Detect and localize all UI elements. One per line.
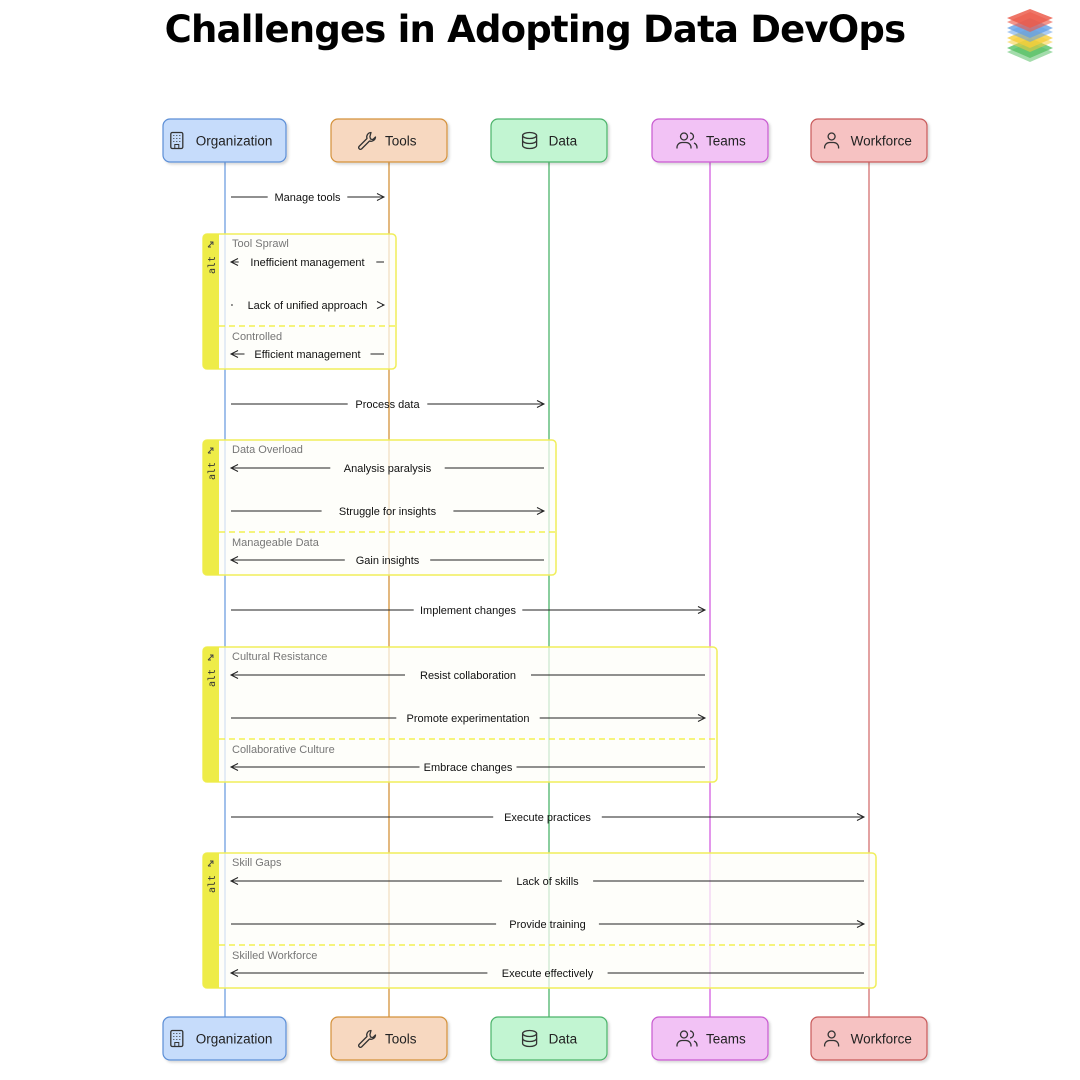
alt-condition-label: Skilled Workforce	[232, 950, 317, 962]
message-label: Promote experimentation	[407, 713, 530, 725]
message-label: Struggle for insights	[339, 506, 437, 518]
alt-condition-label: Data Overload	[232, 444, 303, 456]
message-label: Lack of unified approach	[248, 300, 368, 312]
actor-workforce-bottom[interactable]: Workforce	[810, 1016, 928, 1061]
alt-tab	[203, 440, 219, 575]
message-arrow: Process data	[231, 399, 546, 411]
alt-keyword: alt	[207, 669, 218, 687]
message-arrow: Lack of unified approach	[231, 300, 386, 312]
message-label: Gain insights	[356, 555, 420, 567]
alt-condition-label: Cultural Resistance	[232, 651, 327, 663]
actor-label: Teams	[706, 1032, 746, 1047]
alt-keyword: alt	[207, 462, 218, 480]
actor-org-bottom[interactable]: Organization	[162, 1016, 287, 1061]
message-label: Implement changes	[420, 605, 516, 617]
message-arrow: Manage tools	[231, 192, 386, 204]
actor-label: Data	[549, 134, 578, 149]
message-arrow: Inefficient management	[229, 257, 384, 269]
actor-label: Organization	[196, 1032, 273, 1047]
message-label: Manage tools	[274, 192, 341, 204]
actor-teams-top[interactable]: Teams	[651, 118, 769, 163]
message-label: Embrace changes	[424, 762, 513, 774]
actor-label: Tools	[385, 134, 417, 149]
alt-keyword: alt	[207, 875, 218, 893]
alt-condition-label: Skill Gaps	[232, 857, 282, 869]
actor-data-top[interactable]: Data	[490, 118, 608, 163]
alt-condition-label: Manageable Data	[232, 537, 320, 549]
actor-label: Organization	[196, 134, 273, 149]
message-label: Efficient management	[254, 349, 360, 361]
actor-label: Workforce	[851, 134, 912, 149]
actor-tools-bottom[interactable]: Tools	[330, 1016, 448, 1061]
alt-tab	[203, 647, 219, 782]
actor-teams-bottom[interactable]: Teams	[651, 1016, 769, 1061]
message-label: Inefficient management	[250, 257, 364, 269]
message-label: Execute effectively	[502, 968, 594, 980]
sequence-diagram: alt Tool Sprawl Controlled alt Data Overload…	[162, 118, 928, 1061]
message-label: Provide training	[509, 919, 585, 931]
alt-condition-label: Controlled	[232, 331, 282, 343]
actor-data-bottom[interactable]: Data	[490, 1016, 608, 1061]
actor-org-top[interactable]: Organization	[162, 118, 287, 163]
alt-tab	[203, 234, 219, 369]
alt-condition-label: Tool Sprawl	[232, 238, 289, 250]
message-label: Resist collaboration	[420, 670, 516, 682]
message-label: Analysis paralysis	[344, 463, 432, 475]
message-label: Execute practices	[504, 812, 591, 824]
actor-workforce-top[interactable]: Workforce	[810, 118, 928, 163]
message-label: Lack of skills	[516, 876, 579, 888]
alt-condition-label: Collaborative Culture	[232, 744, 335, 756]
actor-label: Workforce	[851, 1032, 912, 1047]
actor-label: Tools	[385, 1032, 417, 1047]
message-arrow: Implement changes	[231, 605, 707, 617]
alt-tab	[203, 853, 219, 988]
alt-keyword: alt	[207, 256, 218, 274]
actor-label: Data	[549, 1032, 578, 1047]
actor-label: Teams	[706, 134, 746, 149]
message-arrow: Execute practices	[231, 812, 866, 824]
actor-tools-top[interactable]: Tools	[330, 118, 448, 163]
message-label: Process data	[355, 399, 420, 411]
